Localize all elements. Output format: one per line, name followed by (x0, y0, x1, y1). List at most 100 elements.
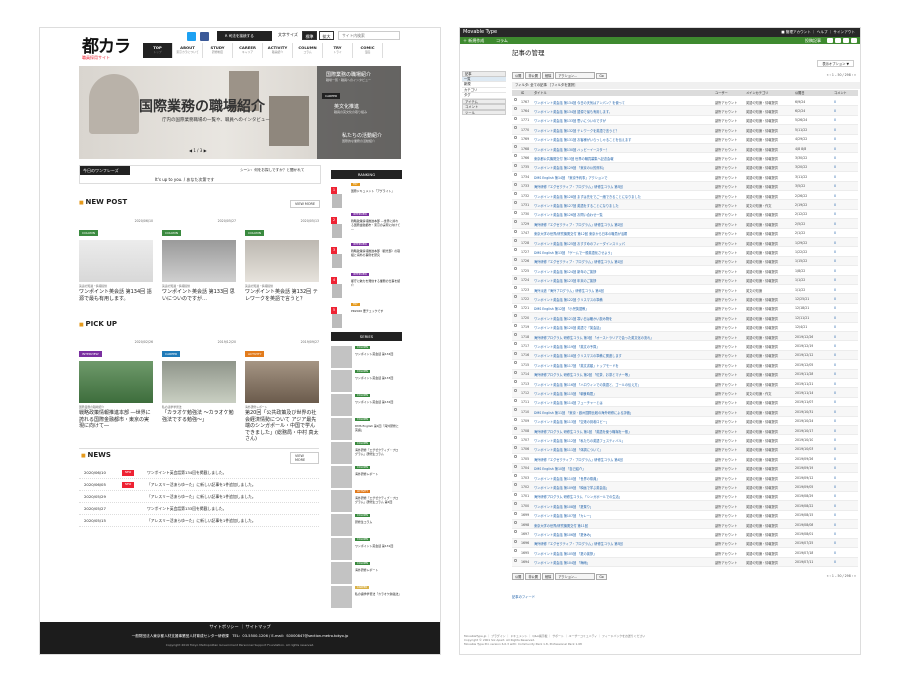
view-site-link[interactable]: 投稿記事 (805, 38, 821, 44)
entry-comment-count[interactable]: 0 (834, 250, 836, 254)
row-checkbox[interactable] (514, 464, 517, 468)
table-row[interactable]: 1769 ワンポイント英会話 第131回 お客様がいらっしゃることを伝えます 副所ア… (512, 135, 858, 144)
entry-title-link[interactable]: 海外研修「エグゼクティブ・プログラム」研修生コラム 第3回 (534, 541, 684, 546)
entry-title-link[interactable]: ワンポイント英会話 第106回 「夏休み」 (534, 532, 684, 537)
entry-title-link[interactable]: ワンポイント英会話 第129回 「東京の公的資料」 (534, 165, 684, 170)
table-row[interactable]: 1727 DMS English 第13回 「ゲームで一般英語化させよう」 副所アカ… (512, 247, 858, 257)
row-checkbox[interactable] (514, 304, 517, 308)
unpublish-button[interactable]: 非公開 (525, 72, 541, 79)
entry-title-link[interactable]: 海外研修プログラム 研修生コラム 第3回 「オーストラリアで会った英文化の流れ」 (534, 335, 684, 340)
nav-comic[interactable]: COMIC 漫画 (353, 43, 383, 58)
entry-title-link[interactable]: ワンポイント英会話 第104回 「梅雨」 (534, 560, 684, 565)
nav-study[interactable]: STUDY 研修制度 (203, 43, 233, 58)
hero-tab-international[interactable]: 国際業務の職場紹介 職場一覧・職員へのインタビュー (326, 71, 371, 82)
entry-comment-count[interactable]: 0 (834, 259, 836, 263)
table-row[interactable]: 1720 ワンポイント英会話 第121回 寒い日は暖かい飲み物を 副所アカウント 英語… (512, 313, 858, 323)
entry-title-link[interactable]: 海外研修プログラム 研修生コラム 「シンガポールでの生活」 (534, 494, 684, 499)
site-search-input[interactable]: サイト内検索 (338, 31, 400, 40)
entry-comment-count[interactable]: 0 (834, 447, 836, 451)
row-checkbox[interactable] (514, 192, 517, 195)
ranking-item[interactable]: 3 INTERVIEW 戦略政策情報推進本部（観光部）の取組と海外の事例を研究 (331, 243, 402, 273)
row-checkbox[interactable] (514, 417, 517, 421)
entry-title-link[interactable]: ワンポイント英会話 第132回 テレワークを英語で言うと？ (534, 128, 684, 133)
entry-comment-count[interactable]: 0 (834, 156, 836, 160)
entry-title-link[interactable]: ワンポイント英会話 第126回 お問い合わせ一覧 (534, 212, 684, 217)
entry-comment-count[interactable]: 0 (834, 137, 836, 141)
font-large-button[interactable]: 拡大 (319, 31, 334, 40)
pagination-top[interactable]: « ‹ 1 – 50 / 298 › » (827, 73, 856, 77)
row-checkbox[interactable] (514, 445, 517, 449)
action-select[interactable]: アクション... (555, 72, 596, 79)
entry-comment-count[interactable]: 0 (834, 560, 836, 564)
row-checkbox[interactable] (514, 201, 517, 205)
row-checkbox[interactable] (514, 427, 517, 430)
entry-comment-count[interactable]: 0 (834, 184, 836, 188)
hero-tab-activity[interactable]: 私たちの活動紹介 国際的な業務の活動紹介 (342, 132, 382, 143)
row-checkbox[interactable] (514, 182, 517, 186)
row-checkbox[interactable] (514, 492, 517, 496)
entry-title-link[interactable]: ワンポイント英会話 第133回 思いについのですが (534, 118, 684, 123)
entry-comment-count[interactable]: 0 (834, 513, 836, 517)
entry-comment-count[interactable]: 0 (834, 419, 836, 423)
row-checkbox[interactable] (514, 380, 517, 383)
news-more-button[interactable]: VIEW MORE (290, 452, 319, 464)
series-item[interactable]: ACTIVITY 海外研修「エグゼクティブ・プログラム」研修生コラム 第2回 (331, 490, 402, 514)
entry-title-link[interactable]: ワンポイント英会話 第107回 「カレー」 (534, 513, 684, 518)
entry-title-link[interactable]: 海外研修プログラム 研修生コラム 第2回 「紅茶、お茶とマナー等」 (534, 372, 684, 377)
row-checkbox[interactable] (514, 163, 517, 167)
series-item[interactable]: COLUMN 研修生コラム (331, 514, 402, 538)
entry-comment-count[interactable]: 0 (834, 100, 836, 104)
table-row[interactable]: 1768 ワンポイント英会話 第130回 ハッピーイースター！ 副所アカウント 英語の… (512, 144, 858, 154)
entry-comment-count[interactable]: 0 (834, 222, 836, 226)
entry-comment-count[interactable]: 0 (834, 147, 836, 151)
row-checkbox[interactable] (514, 116, 517, 120)
entry-title-link[interactable]: ワンポイント英会話 第130回 ハッピーイースター！ (534, 147, 684, 152)
delete-button[interactable]: 削除 (541, 72, 555, 79)
entry-comment-count[interactable]: 0 (834, 353, 836, 357)
hero-slider[interactable]: 国際業務の職場紹介 庁内の国際業務職場の一覧や、職員へのインタビュー ◀ 1 /… (79, 66, 401, 159)
entry-comment-count[interactable]: 0 (834, 504, 836, 508)
entry-comment-count[interactable]: 0 (834, 241, 836, 245)
entry-comment-count[interactable]: 0 (834, 278, 836, 282)
entry-title-link[interactable]: ワンポイント英会話 第131回 お客様がいらっしゃることを伝えます (534, 137, 684, 142)
series-item[interactable]: COLUMN 海外研修「エグゼクティブ・プログラム」研修生コラム (331, 442, 402, 466)
news-item[interactable]: 2020/06/05 NEW 「アレスリー活あらゆーた」に新しい記事を1件追加しまし… (79, 479, 319, 491)
entry-title-link[interactable]: DMS English 第11回 「東京・欧州国際比較の海外研修による評価」 (534, 410, 684, 415)
entry-title-link[interactable]: 海外研修プログラム 研修生コラム 第1回 「英語を使う職場を一般」 (534, 429, 684, 434)
news-item[interactable]: 2020/06/10 NEW ワンポイント英会話第134回を掲載しました。 (79, 467, 319, 479)
entry-title-link[interactable]: ワンポイント英会話 第110回 「世界の祭典」 (534, 476, 684, 481)
nav-top[interactable]: TOP トップ (143, 43, 173, 58)
entry-title-link[interactable]: ワンポイント英会話 第115回 「朝食時間」 (534, 391, 684, 396)
table-row[interactable]: 1731 ワンポイント英会話 第127回 英語をすることになりました 副所アカウント… (512, 200, 858, 210)
row-checkbox[interactable] (514, 333, 517, 336)
entry-title-link[interactable]: 海外派遣「海外プログラム」研修生コラム 第4回 (534, 288, 684, 293)
entry-title-link[interactable]: ワンポイント英会話 第105回 「夏の挨拶」 (534, 551, 684, 556)
entry-comment-count[interactable]: 0 (834, 541, 836, 545)
entry-title-link[interactable]: ワンポイント英会話 第121回 寒い日は暖かい飲み物を (534, 316, 684, 321)
row-checkbox[interactable] (514, 483, 517, 487)
ranking-item[interactable]: 1 TRY 国際ドキュメント「アグライト」 (331, 183, 402, 213)
entry-comment-count[interactable]: 0 (834, 269, 836, 273)
row-checkbox[interactable] (514, 145, 517, 148)
entry-title-link[interactable]: ワンポイント英会話 第134回 語源で最も有用します。 (534, 109, 684, 114)
table-row[interactable]: 1704 DMS English 第10回 「自己紹介」 副所アカウント 英語の知識・… (512, 463, 858, 473)
table-row[interactable]: 1703 ワンポイント英会話 第110回 「世界の祭典」 副所アカウント 英語の知識・… (512, 473, 858, 483)
table-row[interactable]: 1764 ワンポイント英会話 第134回 語源で最も有用します。 副所アカウント 英語… (512, 106, 858, 116)
entry-title-link[interactable]: ワンポイント英会話 第111回 「体調について」 (534, 447, 684, 452)
row-checkbox[interactable] (514, 295, 517, 299)
table-row[interactable]: 1725 ワンポイント英会話 第124回 新年のご挨拶 副所アカウント 英語の知識・情… (512, 266, 858, 276)
table-row[interactable]: 1708 海外研修プログラム 研修生コラム 第1回 「英語を使う職場を一般」 副所ア… (512, 426, 858, 436)
series-item[interactable]: COLUMN 海外研修レポート (331, 466, 402, 490)
entry-title-link[interactable]: ワンポイント英会話 第125回 おすすめのフィーダインスリッパ (534, 241, 684, 246)
entry-title-link[interactable]: ワンポイント英会話 第128回 まずは先をでご一緒できることになりました (534, 194, 684, 199)
table-row[interactable]: 1719 ワンポイント英会話 第120回 英語で「英会話」 副所アカウント 英語の知識… (512, 323, 858, 332)
table-row[interactable]: 1712 ワンポイント英会話 第115回 「朝食時間」 副所アカウント 英文の知識・作… (512, 388, 858, 398)
table-row[interactable]: 1771 ワンポイント英会話 第133回 思いについのですが 副所アカウント 英語の知… (512, 116, 858, 126)
entry-comment-count[interactable]: 0 (834, 325, 836, 329)
row-checkbox[interactable] (514, 398, 517, 402)
entry-title-link[interactable]: DMS English 第12回 「小児英語教」 (534, 306, 684, 311)
entry-title-link[interactable]: ワンポイント英会話 第114回 フューチャーとは (534, 400, 684, 405)
table-row[interactable]: 1707 ワンポイント英会話 第112回 「私たちの英語フェスティバル」 副所アカウ… (512, 435, 858, 445)
entry-title-link[interactable]: DMS English 第10回 「自己紹介」 (534, 466, 684, 471)
row-checkbox[interactable] (514, 370, 517, 374)
